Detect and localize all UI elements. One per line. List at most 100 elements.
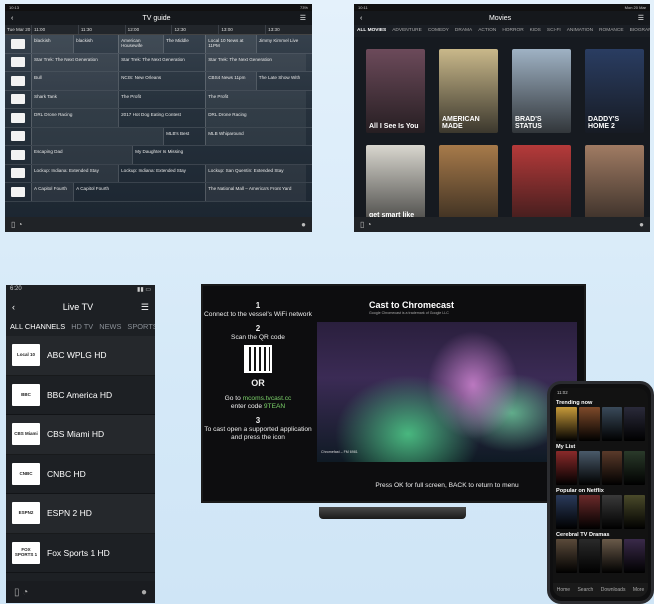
genre-tab[interactable]: ACTION	[478, 28, 496, 37]
netflix-tile[interactable]	[578, 495, 600, 529]
programme-cell[interactable]: A Capitol Fourth	[73, 183, 205, 201]
channel-logo[interactable]	[5, 91, 31, 109]
netflix-tile[interactable]	[556, 407, 577, 441]
netflix-tile[interactable]	[556, 539, 577, 573]
netflix-tile[interactable]	[601, 451, 623, 485]
channel-row[interactable]: FOX SPORTS 1 Fox Sports 1 HD	[6, 534, 155, 573]
programme-cell[interactable]: Jimmy Kimmel Live	[255, 35, 312, 53]
remote-icon[interactable]: ▯ ◔	[11, 220, 22, 229]
genre-tab[interactable]: HORROR	[502, 28, 523, 37]
channel-tab[interactable]: SPORTS	[127, 322, 155, 333]
programme-cell[interactable]: Lockup: Indiana: Extended Stay	[31, 164, 119, 182]
remote-icon[interactable]: ▯ ◔	[360, 220, 371, 229]
profile-icon[interactable]: ●	[141, 587, 147, 598]
channel-logo[interactable]	[5, 183, 31, 201]
programme-cell[interactable]: Lockup: San Quentin: Extended Stay	[205, 164, 307, 182]
nav-item[interactable]: Home	[557, 587, 570, 593]
genre-tab[interactable]: BIOGRAPHY	[630, 28, 650, 37]
programme-cell[interactable]: DRL Drone Racing	[205, 109, 307, 127]
genre-tab[interactable]: ROMANCE	[599, 28, 624, 37]
genre-tab[interactable]: ADVENTURE	[392, 28, 422, 37]
netflix-tile[interactable]	[624, 539, 645, 573]
profile-icon[interactable]: ●	[639, 220, 644, 229]
menu-icon[interactable]: ☰	[300, 14, 306, 22]
programme-cell[interactable]: blackish	[31, 35, 74, 53]
remote-icon[interactable]: ▯ ◔	[14, 587, 28, 598]
programme-cell[interactable]: Star Trek: The Next Generation	[205, 53, 307, 71]
programme-cell[interactable]: The National Mall – America's Front Yard	[205, 183, 307, 201]
netflix-tile[interactable]	[601, 539, 623, 573]
date-cell[interactable]: Tue Mar 20	[5, 25, 31, 34]
programme-cell[interactable]	[31, 127, 164, 145]
nav-item[interactable]: Search	[577, 587, 593, 593]
movie-poster[interactable]: All I See Is You	[366, 49, 425, 133]
genre-tab[interactable]: DRAMA	[455, 28, 472, 37]
channel-logo[interactable]	[5, 146, 31, 164]
menu-icon[interactable]: ☰	[638, 14, 644, 22]
guide-row: A Capitol Fourth A Capitol Fourth The Nati…	[5, 183, 312, 202]
channel-tab[interactable]: ALL CHANNELS	[10, 322, 65, 333]
programme-cell[interactable]: 2017 Hot Dog Eating Contest	[118, 109, 205, 127]
programme-cell[interactable]: My Daughter Is Missing	[132, 146, 306, 164]
programme-cell[interactable]: NCIS: New Orleans	[118, 72, 205, 90]
channel-logo[interactable]	[5, 128, 31, 146]
programme-cell[interactable]: Bull	[31, 72, 119, 90]
genre-tab[interactable]: SCI-FI	[547, 28, 561, 37]
channel-logo: CBS Miami	[12, 423, 40, 446]
channel-logo-image	[11, 112, 25, 123]
channel-tab[interactable]: HD TV	[71, 322, 93, 333]
programme-cell[interactable]: MLB's Best	[163, 127, 205, 145]
genre-tab[interactable]: ALL MOVIES	[357, 28, 386, 37]
netflix-tile[interactable]	[624, 407, 645, 441]
channel-row[interactable]: Local 10 ABC WPLG HD	[6, 336, 155, 376]
channel-row[interactable]: BBC BBC America HD	[6, 376, 155, 415]
netflix-tile[interactable]	[601, 495, 623, 529]
programme-cell[interactable]: American Housewife	[118, 35, 164, 53]
movie-poster[interactable]: AMERICAN MADE	[439, 49, 498, 133]
channel-logo[interactable]	[5, 35, 31, 53]
programme-cell[interactable]: MLB Whiparound	[205, 127, 307, 145]
back-icon[interactable]: ‹	[12, 302, 15, 312]
channel-row[interactable]: CBS Miami CBS Miami HD	[6, 415, 155, 455]
programme-cell[interactable]: Star Trek: The Next Generation	[118, 53, 205, 71]
channel-logo[interactable]	[5, 165, 31, 183]
channel-row[interactable]: ESPN2 ESPN 2 HD	[6, 494, 155, 534]
movie-poster[interactable]: BRAD'S STATUS	[512, 49, 571, 133]
nav-item[interactable]: More	[633, 587, 644, 593]
programme-cell[interactable]: Lockup: Indiana: Extended Stay	[118, 164, 205, 182]
netflix-tile[interactable]	[601, 407, 623, 441]
programme-cell[interactable]: CBS4 News 11pm	[205, 72, 256, 90]
programme-cell[interactable]: Local 10 News at 11PM	[205, 35, 256, 53]
channel-logo[interactable]	[5, 109, 31, 127]
nav-item[interactable]: Downloads	[601, 587, 626, 593]
programme-cell[interactable]: Escaping Dad	[31, 146, 133, 164]
genre-tab[interactable]: ANIMATION	[567, 28, 593, 37]
netflix-tile[interactable]	[624, 451, 645, 485]
netflix-tile[interactable]	[624, 495, 645, 529]
channel-row[interactable]: CNBC CNBC HD	[6, 455, 155, 494]
channel-tab[interactable]: NEWS	[99, 322, 121, 333]
netflix-tile[interactable]	[578, 539, 600, 573]
genre-tab[interactable]: COMEDY	[428, 28, 449, 37]
netflix-tile[interactable]	[556, 495, 577, 529]
movie-poster[interactable]: DADDY'S HOME 2	[585, 49, 644, 133]
programme-cell[interactable]: DRL Drone Racing	[31, 109, 119, 127]
programme-cell[interactable]: Shark Tank	[31, 90, 119, 108]
back-icon[interactable]: ‹	[360, 15, 362, 22]
channel-logo[interactable]	[5, 72, 31, 90]
programme-cell[interactable]: The Middle	[163, 35, 205, 53]
programme-cell[interactable]: Star Trek: The Next Generation	[31, 53, 119, 71]
netflix-tile[interactable]	[578, 407, 600, 441]
programme-cell[interactable]: The Profit	[118, 90, 205, 108]
netflix-tile[interactable]	[578, 451, 600, 485]
genre-tab[interactable]: KIDS	[530, 28, 541, 37]
programme-cell[interactable]: The Profit	[205, 90, 307, 108]
channel-logo[interactable]	[5, 54, 31, 72]
programme-cell[interactable]: The Late Show With	[255, 72, 312, 90]
menu-icon[interactable]: ☰	[141, 302, 149, 313]
netflix-tile[interactable]	[556, 451, 577, 485]
programme-cell[interactable]: blackish	[73, 35, 118, 53]
profile-icon[interactable]: ●	[301, 220, 306, 229]
back-icon[interactable]: ‹	[11, 15, 13, 22]
programme-cell[interactable]: A Capitol Fourth	[31, 183, 74, 201]
